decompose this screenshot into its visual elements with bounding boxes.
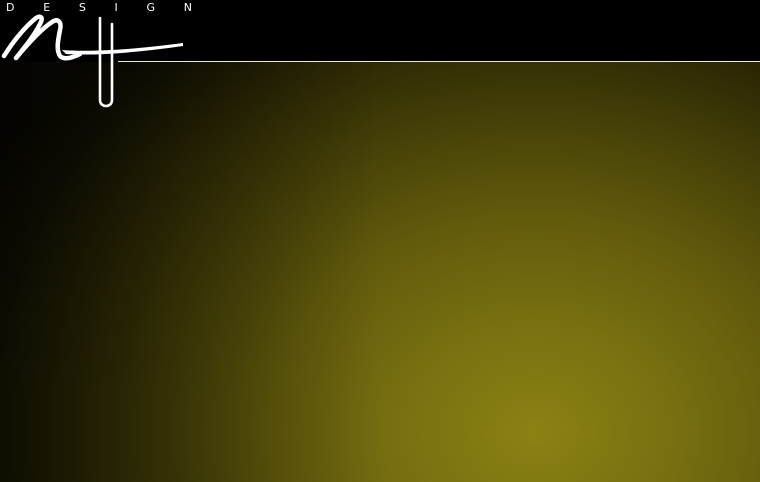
site-logo[interactable]: D E S I G N (0, 0, 200, 112)
main-content-area (0, 62, 760, 482)
header-divider (118, 61, 760, 62)
nt-script-logo-icon (1, 14, 183, 108)
page: D E S I G N (0, 0, 760, 482)
